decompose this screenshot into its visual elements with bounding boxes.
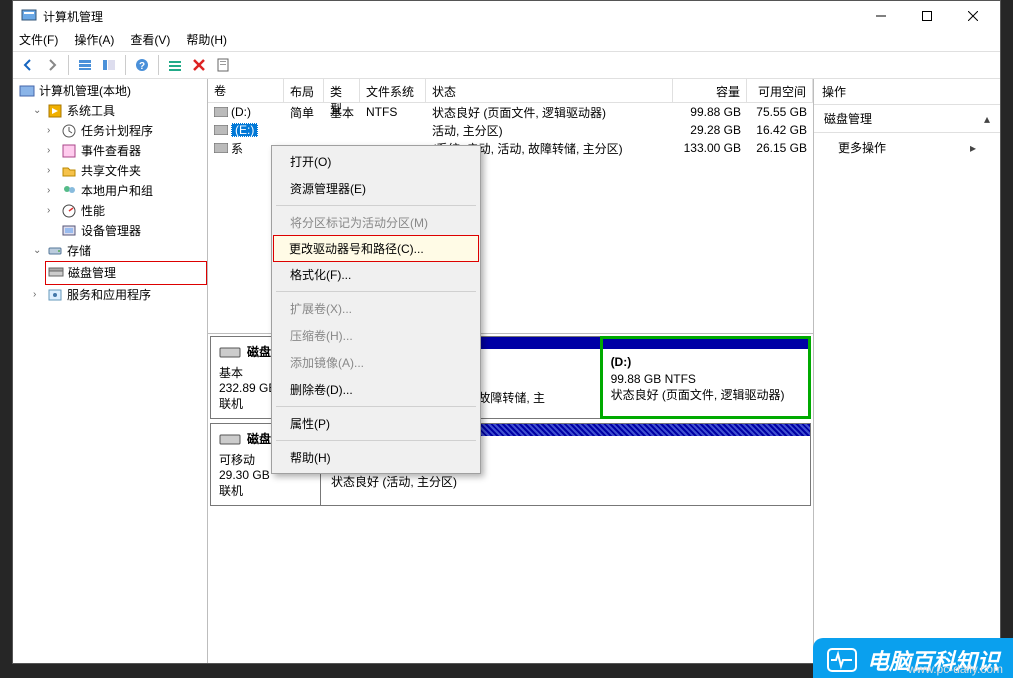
actions-pane: 操作 磁盘管理 ▴ 更多操作 ▸	[814, 79, 1000, 663]
cm-properties[interactable]: 属性(P)	[274, 410, 478, 437]
nav-back-button[interactable]	[17, 54, 39, 76]
col-volume[interactable]: 卷	[208, 79, 284, 102]
tree-item-label: 任务计划程序	[81, 121, 153, 141]
tree-root-label: 计算机管理(本地)	[39, 81, 131, 101]
window-title: 计算机管理	[43, 8, 858, 25]
expand-icon[interactable]: ›	[47, 201, 57, 221]
tree-item-label: 磁盘管理	[68, 263, 116, 283]
disk-icon	[219, 344, 241, 360]
menu-help[interactable]: 帮助(H)	[186, 31, 227, 51]
partition-size: 99.88 GB NTFS	[611, 372, 800, 386]
tree-root[interactable]: 计算机管理(本地)	[17, 81, 207, 101]
menu-view[interactable]: 查看(V)	[130, 31, 170, 51]
partition-label: (D:)	[611, 355, 800, 369]
svg-text:?: ?	[139, 61, 145, 72]
menu-file[interactable]: 文件(F)	[19, 31, 58, 51]
col-capacity[interactable]: 容量	[673, 79, 747, 102]
app-window: 计算机管理 文件(F) 操作(A) 查看(V) 帮助(H) ?	[12, 0, 1001, 664]
disk-icon	[219, 431, 241, 447]
tree-pane[interactable]: 计算机管理(本地) ⌄ 系统工具 › 任务计划程序 › 事件查看器	[13, 79, 208, 663]
cm-mirror: 添加镜像(A)...	[274, 349, 478, 376]
collapse-icon[interactable]: ⌄	[33, 241, 43, 261]
tree-item-label: 本地用户和组	[81, 181, 153, 201]
cm-explorer[interactable]: 资源管理器(E)	[274, 175, 478, 202]
volume-header: 卷 布局 类型 文件系统 状态 容量 可用空间	[208, 79, 813, 103]
tree-item-label: 性能	[81, 201, 105, 221]
expand-icon[interactable]: ›	[47, 181, 57, 201]
watermark-url: www.pc-daily.com	[908, 662, 1003, 676]
context-menu: 打开(O) 资源管理器(E) 将分区标记为活动分区(M) 更改驱动器号和路径(C…	[271, 145, 481, 474]
partition-status: 状态良好 (活动, 主分区)	[331, 473, 800, 490]
expand-icon[interactable]: ›	[33, 285, 43, 305]
tree-task-scheduler[interactable]: › 任务计划程序	[45, 121, 207, 141]
help-button[interactable]: ?	[131, 54, 153, 76]
view-large-button[interactable]	[74, 54, 96, 76]
volume-row[interactable]: (D:) 简单 基本 NTFS 状态良好 (页面文件, 逻辑驱动器) 99.88…	[208, 103, 813, 121]
collapse-icon[interactable]: ⌄	[33, 101, 43, 121]
app-icon	[21, 8, 37, 24]
tree-item-label: 设备管理器	[81, 221, 141, 241]
menubar: 文件(F) 操作(A) 查看(V) 帮助(H)	[13, 31, 1000, 51]
refresh-button[interactable]	[164, 54, 186, 76]
maximize-button[interactable]	[904, 1, 950, 31]
vol-name: (D:)	[231, 105, 251, 119]
cm-format[interactable]: 格式化(F)...	[274, 261, 478, 288]
actions-more[interactable]: 更多操作 ▸	[814, 133, 1000, 162]
tree-local-users[interactable]: › 本地用户和组	[45, 181, 207, 201]
menu-action[interactable]: 操作(A)	[74, 31, 114, 51]
col-status[interactable]: 状态	[426, 79, 673, 102]
cm-help[interactable]: 帮助(H)	[274, 444, 478, 471]
expand-triangle-icon: ▸	[970, 141, 976, 155]
col-layout[interactable]: 布局	[284, 79, 324, 102]
tree-item-label: 事件查看器	[81, 141, 141, 161]
tree-device-manager[interactable]: 设备管理器	[45, 221, 207, 241]
cm-mark-active: 将分区标记为活动分区(M)	[274, 209, 478, 236]
vol-name: (E:)	[231, 123, 258, 137]
collapse-triangle-icon[interactable]: ▴	[984, 112, 990, 126]
cm-extend: 扩展卷(X)...	[274, 295, 478, 322]
expand-icon[interactable]: ›	[47, 161, 57, 181]
nav-forward-button[interactable]	[41, 54, 63, 76]
actions-header: 操作	[814, 79, 1000, 105]
actions-section[interactable]: 磁盘管理 ▴	[814, 105, 1000, 133]
close-button[interactable]	[950, 1, 996, 31]
tree-shared-folders[interactable]: › 共享文件夹	[45, 161, 207, 181]
volume-row-selected[interactable]: (E:) 活动, 主分区) 29.28 GB 16.42 GB	[208, 121, 813, 139]
view-details-button[interactable]	[98, 54, 120, 76]
pulse-icon	[827, 648, 857, 672]
expand-icon[interactable]: ›	[47, 141, 57, 161]
col-free[interactable]: 可用空间	[747, 79, 813, 102]
tree-disk-management[interactable]: 磁盘管理	[45, 261, 207, 285]
cm-open[interactable]: 打开(O)	[274, 148, 478, 175]
vol-name: 系	[231, 140, 243, 157]
properties-button[interactable]	[212, 54, 234, 76]
tree-services[interactable]: › 服务和应用程序	[31, 285, 207, 305]
partition-status: 状态良好 (页面文件, 逻辑驱动器)	[611, 386, 800, 403]
tree-item-label: 共享文件夹	[81, 161, 141, 181]
tree-storage-label: 存储	[67, 241, 91, 261]
toolbar: ?	[13, 51, 1000, 79]
cm-delete[interactable]: 删除卷(D)...	[274, 376, 478, 403]
tree-systools[interactable]: ⌄ 系统工具	[31, 101, 207, 121]
tree-systools-label: 系统工具	[67, 101, 115, 121]
tree-performance[interactable]: › 性能	[45, 201, 207, 221]
partition-d[interactable]: (D:) 99.88 GB NTFS 状态良好 (页面文件, 逻辑驱动器)	[601, 337, 810, 418]
tree-storage[interactable]: ⌄ 存储	[31, 241, 207, 261]
col-filesystem[interactable]: 文件系统	[360, 79, 426, 102]
titlebar: 计算机管理	[13, 1, 1000, 31]
tree-event-viewer[interactable]: › 事件查看器	[45, 141, 207, 161]
expand-icon[interactable]: ›	[47, 121, 57, 141]
cancel-button[interactable]	[188, 54, 210, 76]
minimize-button[interactable]	[858, 1, 904, 31]
col-type[interactable]: 类型	[324, 79, 360, 102]
cm-shrink: 压缩卷(H)...	[274, 322, 478, 349]
disk-status: 联机	[219, 482, 312, 499]
tree-item-label: 服务和应用程序	[67, 285, 151, 305]
cm-change-letter[interactable]: 更改驱动器号和路径(C)...	[273, 235, 479, 262]
